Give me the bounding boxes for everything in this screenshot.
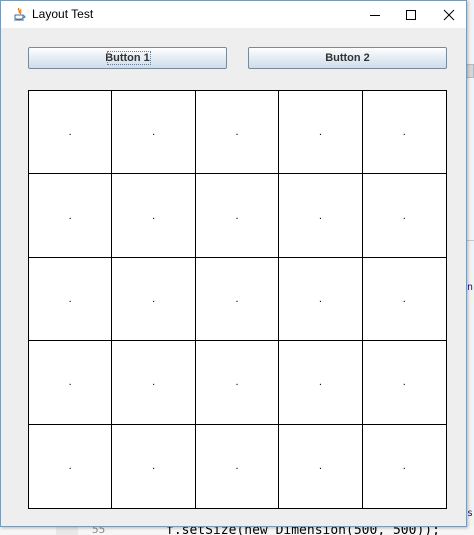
grid-cell[interactable]: . — [29, 341, 113, 425]
grid-cell[interactable]: . — [112, 91, 196, 175]
grid-cell[interactable]: . — [195, 91, 280, 175]
close-button[interactable] — [430, 1, 468, 28]
button-2[interactable]: Button 2 — [248, 47, 447, 69]
grid-cell[interactable]: . — [279, 341, 363, 425]
grid-cell[interactable]: . — [279, 257, 363, 342]
maximize-button[interactable] — [392, 1, 430, 28]
grid-cell[interactable]: . — [29, 424, 113, 508]
grid-cell-label: . — [68, 292, 72, 305]
grid-cell-label: . — [68, 376, 72, 389]
focus-indicator — [107, 51, 151, 65]
minimize-icon — [370, 14, 380, 16]
grid-cell-label: . — [235, 126, 239, 139]
layout-test-window: Layout Test Button 1 Button 2 .......... — [0, 0, 467, 527]
background-divider — [466, 240, 474, 241]
grid-cell[interactable]: . — [112, 424, 196, 508]
grid-cell-label: . — [152, 292, 156, 305]
grid-cell-label: . — [235, 209, 239, 222]
maximize-icon — [406, 9, 416, 20]
grid-cell-label: . — [318, 292, 322, 305]
button-1[interactable]: Button 1 — [28, 47, 227, 69]
grid-cell-label: . — [152, 376, 156, 389]
grid-cell-label: . — [68, 209, 72, 222]
grid-cell-label: . — [318, 126, 322, 139]
background-code-fragment: s — [467, 508, 474, 518]
grid-cell[interactable]: . — [362, 91, 446, 175]
content-pane: Button 1 Button 2 ......................… — [1, 28, 466, 526]
grid-cell[interactable]: . — [195, 257, 280, 342]
grid-cell[interactable]: . — [362, 341, 446, 425]
grid-cell[interactable]: . — [279, 91, 363, 175]
grid-cell[interactable]: . — [362, 174, 446, 258]
grid-cell[interactable]: . — [279, 424, 363, 508]
grid-cell[interactable]: . — [112, 341, 196, 425]
grid-cell-label: . — [152, 209, 156, 222]
grid-cell[interactable]: . — [362, 258, 446, 342]
grid-cell[interactable]: . — [195, 174, 280, 258]
grid-cell-label: . — [152, 126, 156, 139]
grid-panel: ......................... — [28, 90, 447, 509]
grid-cell-label: . — [235, 292, 239, 305]
background-line-number: 55 — [92, 526, 106, 535]
grid-cell[interactable]: . — [29, 257, 113, 342]
grid-cell-label: . — [235, 460, 239, 473]
window-title: Layout Test — [32, 7, 94, 21]
grid-cell-label: . — [68, 126, 72, 139]
grid-cell-label: . — [402, 126, 406, 139]
grid-cell[interactable]: . — [112, 174, 196, 258]
grid-cell-label: . — [318, 460, 322, 473]
grid-cell-label: . — [68, 460, 72, 473]
grid-cell-label: . — [402, 460, 406, 473]
grid-cell[interactable]: . — [29, 91, 113, 175]
minimize-button[interactable] — [356, 1, 394, 28]
grid-cell-label: . — [402, 292, 406, 305]
grid-cell-label: . — [235, 376, 239, 389]
background-code-line: f.setSize(new Dimension(500, 500)); — [166, 526, 440, 535]
close-icon — [443, 9, 455, 20]
grid-cell[interactable]: . — [112, 257, 196, 342]
grid-cell[interactable]: . — [196, 424, 280, 508]
background-code-fragment: n — [467, 282, 474, 292]
grid-cell-label: . — [402, 376, 406, 389]
grid-cell[interactable]: . — [279, 174, 363, 258]
background-ide-edge: n s — [466, 0, 474, 535]
background-code-editor: 55 f.setSize(new Dimension(500, 500)); — [0, 526, 474, 535]
grid-cell-label: . — [318, 209, 322, 222]
background-scroll-marker — [466, 64, 474, 78]
grid-cell-label: . — [318, 376, 322, 389]
java-icon — [13, 7, 26, 21]
grid-cell[interactable]: . — [195, 341, 280, 425]
title-bar[interactable]: Layout Test — [1, 1, 466, 28]
grid-cell[interactable]: . — [29, 174, 113, 258]
background-gutter — [56, 526, 78, 535]
grid-cell[interactable]: . — [363, 425, 446, 508]
button-2-label: Button 2 — [325, 52, 370, 64]
grid-cell-label: . — [402, 209, 406, 222]
grid-cell-label: . — [152, 460, 156, 473]
